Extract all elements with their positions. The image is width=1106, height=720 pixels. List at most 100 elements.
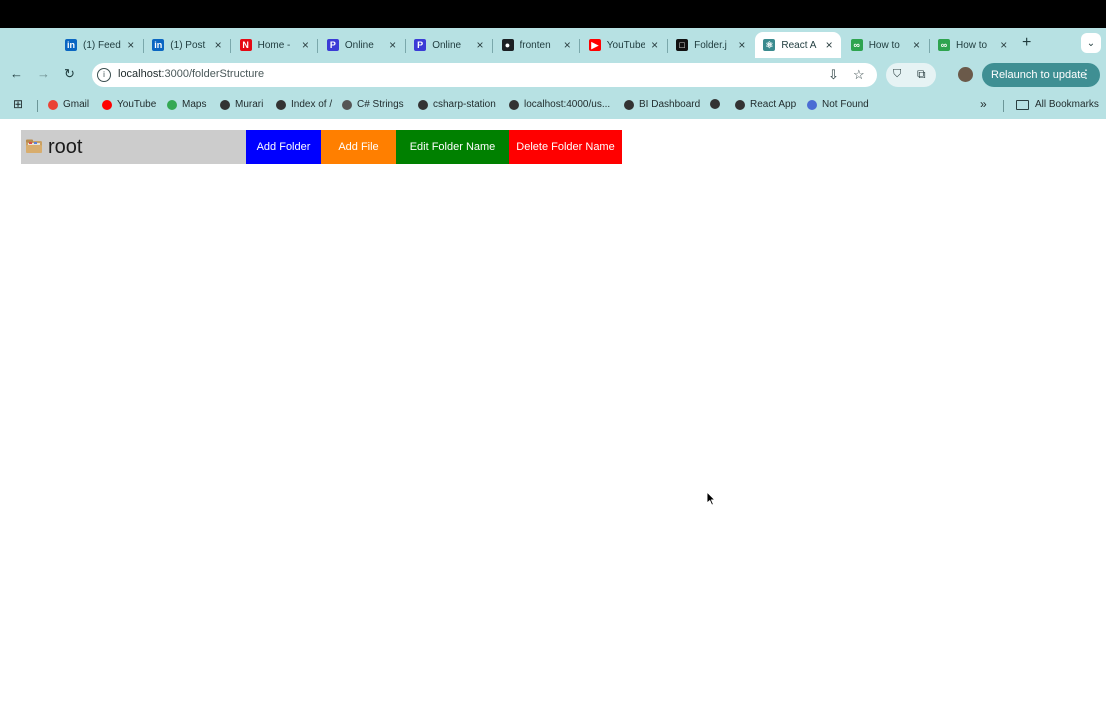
close-icon[interactable]: × (389, 38, 396, 52)
tab-title: YouTube (606, 39, 645, 51)
tab-title: Online (432, 39, 462, 51)
shield-extension-icon[interactable]: ⛉ (893, 68, 901, 81)
forward-arrow-icon[interactable]: → (37, 66, 50, 81)
github-icon: ● (501, 39, 514, 51)
profile-avatar[interactable] (958, 67, 973, 82)
bookmark-divider (37, 100, 38, 112)
tab-title: How to (956, 39, 988, 51)
tab-title: (1) Post (170, 39, 206, 51)
tab-5[interactable]: P Online × (406, 32, 491, 58)
tab-title: (1) Feed (83, 39, 121, 51)
add-file-button[interactable]: Add File (321, 130, 396, 164)
back-arrow-icon[interactable]: ← (10, 66, 23, 81)
tab-strip: in (1) Feed × in (1) Post × N Home - × P Online × P O… (0, 28, 1106, 58)
folder-root-row[interactable]: root (21, 130, 246, 164)
folder-icon (1016, 99, 1029, 110)
close-icon[interactable]: × (476, 38, 483, 52)
linkedin-icon: in (65, 39, 77, 51)
more-bookmarks-chevron-icon[interactable]: » (980, 97, 987, 111)
bookmark-item[interactable]: Gmail (48, 99, 89, 110)
link-icon: ∞ (938, 39, 950, 51)
bookmark-item[interactable]: BI Dashboard (624, 99, 700, 110)
tab-4[interactable]: P Online × (319, 32, 404, 58)
all-bookmarks-button[interactable]: All Bookmarks (1016, 99, 1099, 110)
tab-7[interactable]: ▶ YouTube × (581, 32, 666, 58)
bookmark-item[interactable]: localhost:4000/us... (509, 99, 610, 110)
bookmark-item[interactable]: React App (735, 99, 796, 110)
bookmark-item[interactable]: C# Strings (342, 99, 404, 110)
tab-6[interactable]: ● fronten × (494, 32, 579, 58)
add-folder-button[interactable]: Add Folder (246, 130, 321, 164)
bookmark-item[interactable]: csharp-station (418, 99, 496, 110)
tab-3[interactable]: N Home - × (232, 32, 317, 58)
globe-icon (807, 99, 817, 110)
close-icon[interactable]: × (826, 38, 833, 52)
folder-toolbar: root Add Folder Add File Edit Folder Nam… (21, 130, 622, 164)
bookmark-label: React App (750, 99, 797, 110)
bookmark-star-icon[interactable]: ☆ (853, 67, 865, 83)
install-app-icon[interactable]: ⇩ (828, 67, 839, 83)
tab-10[interactable]: ∞ How to × (843, 32, 928, 58)
close-icon[interactable]: × (215, 38, 222, 52)
code-sandbox-icon: □ (676, 39, 689, 51)
reload-icon[interactable]: ↻ (64, 66, 75, 82)
close-icon[interactable]: × (302, 38, 309, 52)
bookmark-label: Index of / (291, 99, 333, 110)
bookmark-label: Gmail (63, 99, 90, 110)
bookmark-item[interactable]: Murari (220, 99, 263, 110)
new-tab-button[interactable]: + (1022, 34, 1031, 52)
link-icon: ∞ (850, 39, 863, 51)
bookmark-item[interactable]: Not Found (807, 99, 869, 110)
tab-1[interactable]: in (1) Feed × (57, 32, 142, 58)
site-info-icon[interactable]: i (97, 68, 111, 82)
bookmark-divider (1003, 100, 1004, 112)
extensions-area: ⛉ ⧉ (886, 63, 936, 87)
bookmarks-bar: ⊞ » All Bookmarks Gmail YouTube Maps Murari… (0, 93, 1106, 117)
edit-folder-name-button[interactable]: Edit Folder Name (396, 130, 509, 164)
all-bookmarks-label: All Bookmarks (1035, 99, 1099, 110)
close-icon[interactable]: × (738, 38, 745, 52)
tab-11[interactable]: ∞ How to × (930, 32, 1015, 58)
os-menu-bar (0, 0, 1106, 28)
url-host: localhost (118, 68, 162, 80)
close-icon[interactable]: × (564, 38, 571, 52)
bookmark-label: Murari (235, 99, 264, 110)
navigation-bar: ← → ↻ i localhost:3000/folderStructure ⇩… (0, 60, 1106, 90)
app-icon: P (326, 39, 339, 51)
tab-8[interactable]: □ Folder.j × (668, 32, 753, 58)
relaunch-button[interactable]: Relaunch to update ⋮ (982, 63, 1100, 87)
globe-icon (220, 99, 230, 110)
tab-title: Folder.j (694, 39, 727, 51)
mouse-cursor-icon (706, 491, 716, 506)
globe-icon (167, 99, 177, 110)
globe-icon (276, 99, 286, 110)
globe-icon (48, 99, 58, 110)
linkedin-icon: in (152, 39, 165, 51)
tab-9[interactable]: ⚛ React A × (755, 32, 841, 58)
apps-grid-icon[interactable]: ⊞ (13, 97, 23, 111)
close-icon[interactable]: × (1000, 38, 1007, 52)
tab-2[interactable]: in (1) Post × (144, 32, 229, 58)
netflix-icon: N (239, 39, 252, 51)
app-icon: P (414, 39, 427, 51)
tab-title: Online (344, 39, 374, 51)
puzzle-extensions-icon[interactable]: ⧉ (917, 67, 926, 82)
bookmark-item[interactable]: YouTube (102, 99, 156, 110)
globe-icon (624, 99, 634, 110)
url-text[interactable]: localhost:3000/folderStructure (118, 68, 264, 80)
close-icon[interactable]: × (651, 38, 658, 52)
bookmark-item[interactable]: Index of / (276, 99, 332, 110)
close-icon[interactable]: × (913, 38, 920, 52)
tab-title: React A (781, 39, 817, 51)
delete-folder-name-button[interactable]: Delete Folder Name (509, 130, 622, 164)
close-icon[interactable]: × (127, 38, 134, 52)
globe-icon (735, 99, 745, 110)
tab-search-chevron-icon[interactable]: ⌄ (1081, 33, 1101, 53)
globe-icon (509, 99, 519, 110)
bookmark-item[interactable]: Maps (167, 99, 206, 110)
bookmark-item[interactable] (710, 99, 725, 109)
address-bar[interactable]: i localhost:3000/folderStructure ⇩ ☆ (92, 63, 877, 87)
more-menu-icon[interactable]: ⋮ (1080, 67, 1092, 81)
globe-icon (418, 99, 428, 110)
folder-icon (26, 139, 42, 153)
